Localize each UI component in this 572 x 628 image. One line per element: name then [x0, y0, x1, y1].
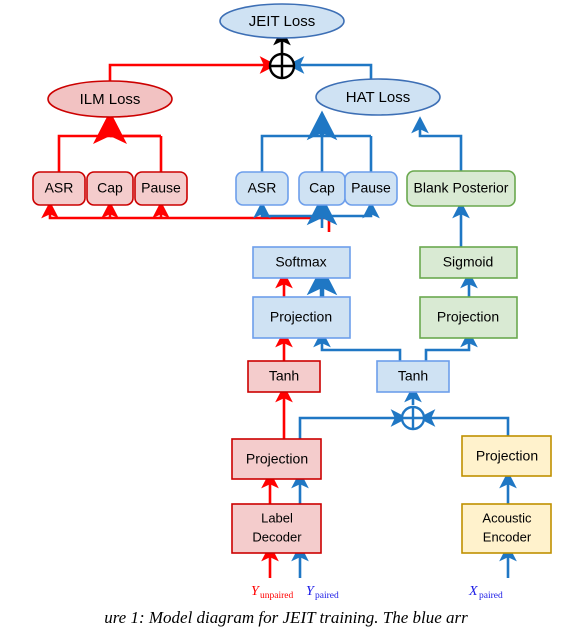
- node-hat-cap[interactable]: Cap: [298, 171, 346, 206]
- tanh-joint-label: Tanh: [398, 368, 428, 384]
- hat-cap-label: Cap: [309, 180, 335, 196]
- ilm-loss-label: ILM Loss: [80, 91, 141, 108]
- label-decoder-line2: Decoder: [252, 529, 302, 544]
- figure-caption: ure 1: Model diagram for JEIT training. …: [104, 608, 468, 627]
- ilm-pause-label: Pause: [141, 180, 181, 196]
- projection-label-label: Projection: [246, 451, 308, 467]
- model-diagram: JEIT Loss ILM Loss HAT Loss ASR Cap Paus…: [32, 3, 552, 601]
- node-projection-acoustic[interactable]: Projection: [461, 435, 552, 477]
- node-blank-posterior[interactable]: Blank Posterior: [406, 170, 516, 207]
- node-tanh-joint[interactable]: Tanh: [376, 360, 450, 393]
- node-hat-loss[interactable]: HAT Loss: [315, 78, 441, 116]
- node-projection-label[interactable]: Projection: [231, 438, 322, 480]
- label-decoder-line1: Label: [261, 510, 293, 525]
- ilm-asr-label: ASR: [45, 180, 74, 196]
- x-paired-base: X: [468, 584, 478, 599]
- node-projection-blank[interactable]: Projection: [419, 296, 518, 339]
- projection-joint-label: Projection: [270, 309, 332, 325]
- node-ilm-asr[interactable]: ASR: [32, 171, 86, 206]
- y-unpaired-sub: unpaired: [260, 591, 293, 601]
- hat-pause-label: Pause: [351, 180, 391, 196]
- ilm-cap-label: Cap: [97, 180, 123, 196]
- y-paired-sub: paired: [315, 591, 339, 601]
- acoustic-encoder-line2: Encoder: [483, 529, 532, 544]
- concat-sum-node: [400, 405, 426, 431]
- node-jeit-loss[interactable]: JEIT Loss: [219, 3, 345, 39]
- node-hat-pause[interactable]: Pause: [344, 171, 398, 206]
- jeit-loss-label: JEIT Loss: [249, 13, 315, 30]
- tanh-ilm-label: Tanh: [269, 368, 299, 384]
- input-x-paired: X paired: [468, 584, 503, 601]
- node-ilm-pause[interactable]: Pause: [134, 171, 188, 206]
- jeit-sum-node: [268, 52, 296, 80]
- input-y-unpaired: Y unpaired: [251, 584, 293, 601]
- input-y-paired: Y paired: [306, 584, 339, 601]
- node-softmax[interactable]: Softmax: [252, 246, 351, 279]
- node-label-decoder[interactable]: Label Decoder: [231, 503, 322, 554]
- projection-acoustic-label: Projection: [476, 448, 538, 464]
- node-ilm-cap[interactable]: Cap: [86, 171, 134, 206]
- x-paired-sub: paired: [479, 591, 503, 601]
- node-projection-joint[interactable]: Projection: [252, 296, 351, 339]
- node-sigmoid[interactable]: Sigmoid: [419, 246, 518, 279]
- sigmoid-label: Sigmoid: [443, 254, 494, 270]
- softmax-label: Softmax: [275, 254, 326, 270]
- hat-loss-label: HAT Loss: [346, 89, 410, 106]
- projection-blank-label: Projection: [437, 309, 499, 325]
- node-acoustic-encoder[interactable]: Acoustic Encoder: [461, 503, 552, 554]
- figure-container: JEIT Loss ILM Loss HAT Loss ASR Cap Paus…: [0, 0, 572, 628]
- acoustic-encoder-line1: Acoustic: [482, 510, 532, 525]
- node-hat-asr[interactable]: ASR: [235, 171, 289, 206]
- node-ilm-loss[interactable]: ILM Loss: [47, 80, 173, 118]
- hat-asr-label: ASR: [248, 180, 277, 196]
- blank-posterior-label: Blank Posterior: [414, 180, 509, 196]
- node-tanh-ilm[interactable]: Tanh: [247, 360, 321, 393]
